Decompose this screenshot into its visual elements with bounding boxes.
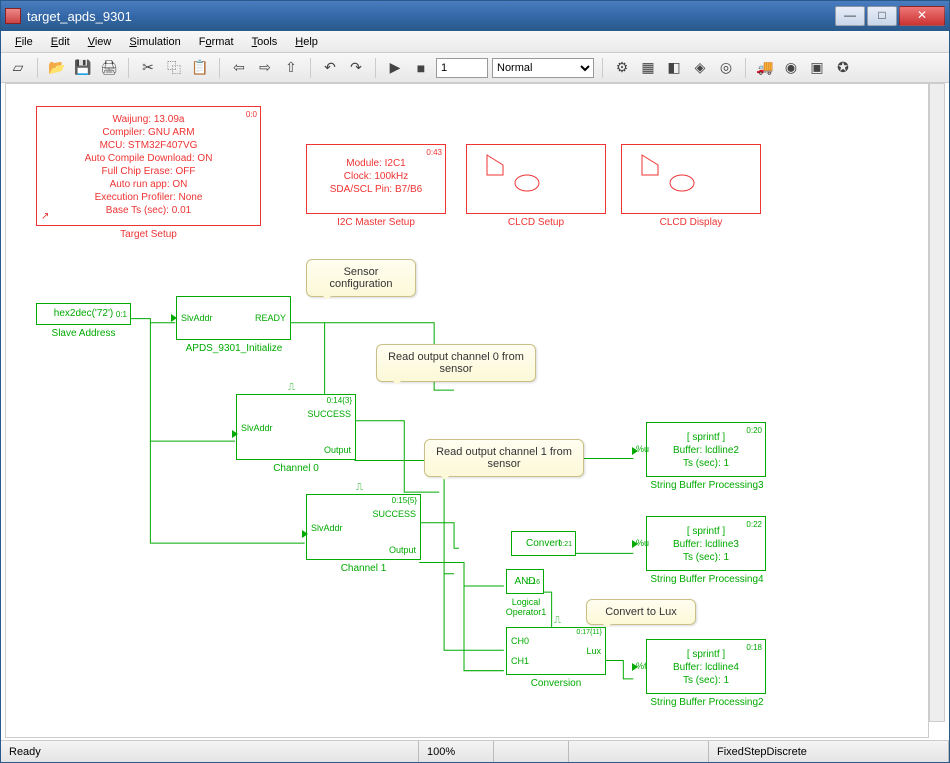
label-logop: Logical Operator1 [496,597,556,617]
save-icon[interactable]: 💾 [72,57,94,79]
close-button[interactable]: ✕ [899,6,945,26]
up-icon[interactable]: ⇧ [280,57,302,79]
cut-icon[interactable]: ✂ [137,57,159,79]
callout-ch1: Read output channel 1 from sensor [424,439,584,477]
paste-icon[interactable]: 📋 [189,57,211,79]
vertical-scrollbar[interactable] [929,83,945,722]
callout-sensor-config: Sensor configuration [306,259,416,297]
label-target-setup: Target Setup [36,229,261,240]
stop-icon[interactable]: ■ [410,57,432,79]
block-sbp3[interactable]: 0:20 [ sprintf ] Buffer: lcdline2 Ts (se… [646,422,766,477]
label-ch1: Channel 1 [306,563,421,574]
open-icon[interactable]: 📂 [46,57,68,79]
forward-icon[interactable]: ⇨ [254,57,276,79]
label-clcd-display: CLCD Display [621,217,761,228]
menu-help[interactable]: Help [287,34,326,50]
back-icon[interactable]: ⇦ [228,57,250,79]
undo-icon[interactable]: ↶ [319,57,341,79]
label-sbp3: String Buffer Processing3 [632,480,782,491]
status-ready: Ready [1,741,419,762]
menu-view[interactable]: View [80,34,120,50]
new-icon[interactable]: ▱ [7,57,29,79]
step-input[interactable] [436,58,488,78]
block-i2c-setup[interactable]: 0:43 Module: I2C1 Clock: 100kHz SDA/SCL … [306,144,446,214]
trigger-icon: ⎍ [554,615,561,626]
block-channel1[interactable]: 0:15{5} SlvAddr SUCCESS Output [306,494,421,560]
tool-icon-3[interactable]: ◧ [663,57,685,79]
tool-icon-8[interactable]: ▣ [806,57,828,79]
block-channel0[interactable]: 0:14{3} SlvAddr SUCCESS Output [236,394,356,460]
callout-ch0: Read output channel 0 from sensor [376,344,536,382]
callout-lux: Convert to Lux [586,599,696,625]
titlebar[interactable]: target_apds_9301 — □ ✕ [1,1,949,31]
block-and[interactable]: 0:16 AND [506,569,544,594]
trigger-icon: ⎍ [288,382,295,393]
status-empty2 [569,741,709,762]
label-conv2: Conversion [506,678,606,689]
tool-icon-1[interactable]: ⚙ [611,57,633,79]
label-clcd-setup: CLCD Setup [466,217,606,228]
label-i2c: I2C Master Setup [306,217,446,228]
label-init: APDS_9301_Initialize [164,343,304,354]
menu-edit[interactable]: Edit [43,34,78,50]
block-clcd-setup[interactable] [466,144,606,214]
menu-format[interactable]: Format [191,34,242,50]
block-slave-address[interactable]: 0:1 hex2dec('72') [36,303,131,325]
label-sbp4: String Buffer Processing4 [632,574,782,585]
menubar: File Edit View Simulation Format Tools H… [1,31,949,53]
tool-icon-2[interactable]: ▦ [637,57,659,79]
minimize-button[interactable]: — [835,6,865,26]
block-init[interactable]: SlvAddr READY [176,296,291,340]
label-slave: Slave Address [36,328,131,339]
trigger-icon: ⎍ [356,482,363,493]
menu-tools[interactable]: Tools [244,34,286,50]
window-title: target_apds_9301 [27,9,835,24]
app-icon [5,8,21,24]
maximize-button[interactable]: □ [867,6,897,26]
redo-icon[interactable]: ↷ [345,57,367,79]
print-icon[interactable]: 🖨 [98,57,120,79]
tool-icon-5[interactable]: ◎ [715,57,737,79]
tool-icon-7[interactable]: ◉ [780,57,802,79]
tool-icon-4[interactable]: ◈ [689,57,711,79]
copy-icon[interactable]: ⿻ [163,57,185,79]
status-zoom: 100% [419,741,494,762]
block-convert[interactable]: 0:21 Convert [511,531,576,556]
block-clcd-display[interactable] [621,144,761,214]
tool-icon-9[interactable]: ✪ [832,57,854,79]
play-icon[interactable]: ▶ [384,57,406,79]
app-window: target_apds_9301 — □ ✕ File Edit View Si… [0,0,950,763]
block-sbp2[interactable]: 0:18 [ sprintf ] Buffer: lcdline4 Ts (se… [646,639,766,694]
block-sbp4[interactable]: 0:22 [ sprintf ] Buffer: lcdline3 Ts (se… [646,516,766,571]
label-sbp2: String Buffer Processing2 [632,697,782,708]
menu-simulation[interactable]: Simulation [121,34,188,50]
toolbar: ▱ 📂 💾 🖨 ✂ ⿻ 📋 ⇦ ⇨ ⇧ ↶ ↷ ▶ ■ Normal ⚙ ▦ ◧… [1,53,949,83]
label-ch0: Channel 0 [236,463,356,474]
diagram-canvas[interactable]: 0:0 Waijung: 13.09a Compiler: GNU ARM MC… [5,83,929,738]
mode-select[interactable]: Normal [492,58,594,78]
status-empty1 [494,741,569,762]
status-solver: FixedStepDiscrete [709,741,949,762]
tool-icon-6[interactable]: 🚚 [754,57,776,79]
menu-file[interactable]: File [7,34,41,50]
block-conversion[interactable]: 0:17{11} CH0 CH1 Lux [506,627,606,675]
block-target-setup[interactable]: 0:0 Waijung: 13.09a Compiler: GNU ARM MC… [36,106,261,226]
status-bar: Ready 100% FixedStepDiscrete [1,740,949,762]
